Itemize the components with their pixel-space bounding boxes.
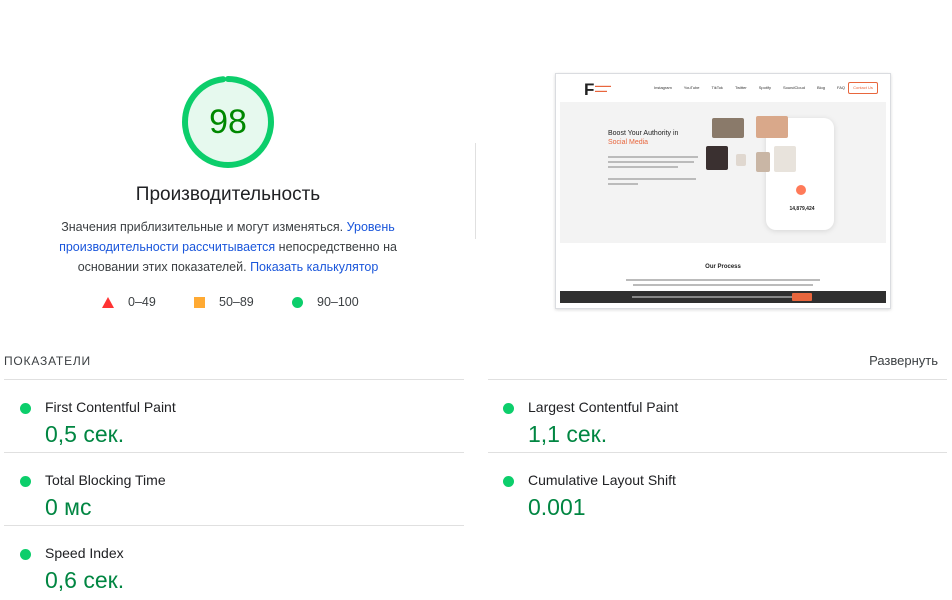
thumb-photo <box>736 154 746 166</box>
green-circle-icon <box>292 296 303 308</box>
description-text: Значения приблизительные и могут изменят… <box>61 220 344 234</box>
metric-name: First Contentful Paint <box>45 399 176 415</box>
legend-item-average: 50–89 <box>194 295 254 309</box>
thumbnail-logo: F <box>584 80 595 99</box>
thumb-hero-line1: Boost Your Authority in <box>608 130 679 137</box>
thumb-process-title: Our Process <box>705 264 741 270</box>
divider <box>488 379 947 380</box>
green-circle-icon <box>503 403 514 414</box>
expand-button[interactable]: Развернуть <box>869 353 938 368</box>
legend-item-fail: 0–49 <box>102 295 156 309</box>
metric-value: 0 мс <box>45 494 92 520</box>
thumb-nav-item: TikTok <box>711 85 723 90</box>
thumb-photo <box>774 146 796 172</box>
thumb-nav-item: SoundCloud <box>782 85 805 90</box>
thumb-counter: 14,879,424 <box>789 206 815 212</box>
divider <box>4 525 464 526</box>
thumb-hero-title: Boost Your Authority in Social Media <box>608 129 678 147</box>
thumb-nav-item: FAQ <box>837 85 846 90</box>
thumb-cookie-text <box>632 296 792 298</box>
metric-value: 0,5 сек. <box>45 421 125 447</box>
performance-score-gauge: 98 <box>179 73 277 171</box>
thumbnail-nav-items: Instagram YouTube TikTok Twitter Spotify… <box>654 85 845 90</box>
thumb-hero-line2: Social Media <box>608 139 649 146</box>
metric-lcp: Largest Contentful Paint 1,1 сек. <box>487 381 927 453</box>
metric-name: Largest Contentful Paint <box>528 399 679 415</box>
divider <box>4 379 464 380</box>
thumb-contact-button: Contact Us <box>848 82 878 94</box>
green-circle-icon <box>20 476 31 487</box>
metric-name: Cumulative Layout Shift <box>528 472 676 488</box>
metric-value: 1,1 сек. <box>528 421 608 447</box>
metric-speed-index: Speed Index 0,6 сек. <box>4 527 444 599</box>
legend-range: 0–49 <box>128 295 156 309</box>
thumb-nav-item: YouTube <box>683 85 700 90</box>
performance-description: Значения приблизительные и могут изменят… <box>28 217 428 277</box>
performance-score: 98 <box>209 103 247 141</box>
vertical-divider <box>475 143 476 239</box>
thumb-nav-item: Blog <box>816 85 825 90</box>
thumb-photo <box>756 116 788 138</box>
thumb-photo <box>706 146 728 170</box>
legend-range: 90–100 <box>317 295 359 309</box>
thumb-cookie-button <box>792 293 812 301</box>
thumb-photo <box>712 118 744 138</box>
thumb-hero-text-lines <box>608 156 698 188</box>
metric-value: 0.001 <box>528 494 586 520</box>
thumbnail-logo-mark: ▬▬▬▬ ▬▬▬ <box>595 83 611 93</box>
green-circle-icon <box>503 476 514 487</box>
metrics-header: ПОКАЗАТЕЛИ <box>4 354 91 368</box>
thumb-nav-item: Twitter <box>734 85 747 90</box>
metric-value: 0,6 сек. <box>45 567 125 593</box>
thumb-nav-item: Instagram <box>654 85 672 90</box>
show-calculator-link[interactable]: Показать калькулятор <box>250 260 378 274</box>
thumb-nav-item: Spotify <box>758 85 771 90</box>
legend-range: 50–89 <box>219 295 254 309</box>
orange-square-icon <box>194 296 205 308</box>
green-circle-icon <box>20 549 31 560</box>
score-legend: 0–49 50–89 90–100 <box>0 295 456 315</box>
metric-name: Speed Index <box>45 545 124 561</box>
legend-item-pass: 90–100 <box>292 295 359 309</box>
metric-name: Total Blocking Time <box>45 472 166 488</box>
metric-cls: Cumulative Layout Shift 0.001 <box>487 454 927 526</box>
thumbnail-hero: Boost Your Authority in Social Media 14,… <box>560 102 886 243</box>
divider <box>488 452 947 453</box>
thumb-photo <box>756 152 770 172</box>
thumb-process-text <box>626 279 820 289</box>
green-circle-icon <box>20 403 31 414</box>
metric-fcp: First Contentful Paint 0,5 сек. <box>4 381 444 453</box>
red-triangle-icon <box>102 296 114 308</box>
divider <box>4 452 464 453</box>
metric-tbt: Total Blocking Time 0 мс <box>4 454 444 526</box>
heart-icon <box>796 185 806 195</box>
thumb-cookie-bar <box>560 291 886 303</box>
performance-title: Производительность <box>135 184 321 205</box>
page-screenshot-thumbnail: F ▬▬▬▬ ▬▬▬ Instagram YouTube TikTok Twitt… <box>555 73 891 309</box>
thumbnail-navbar: F ▬▬▬▬ ▬▬▬ Instagram YouTube TikTok Twitt… <box>556 74 890 102</box>
